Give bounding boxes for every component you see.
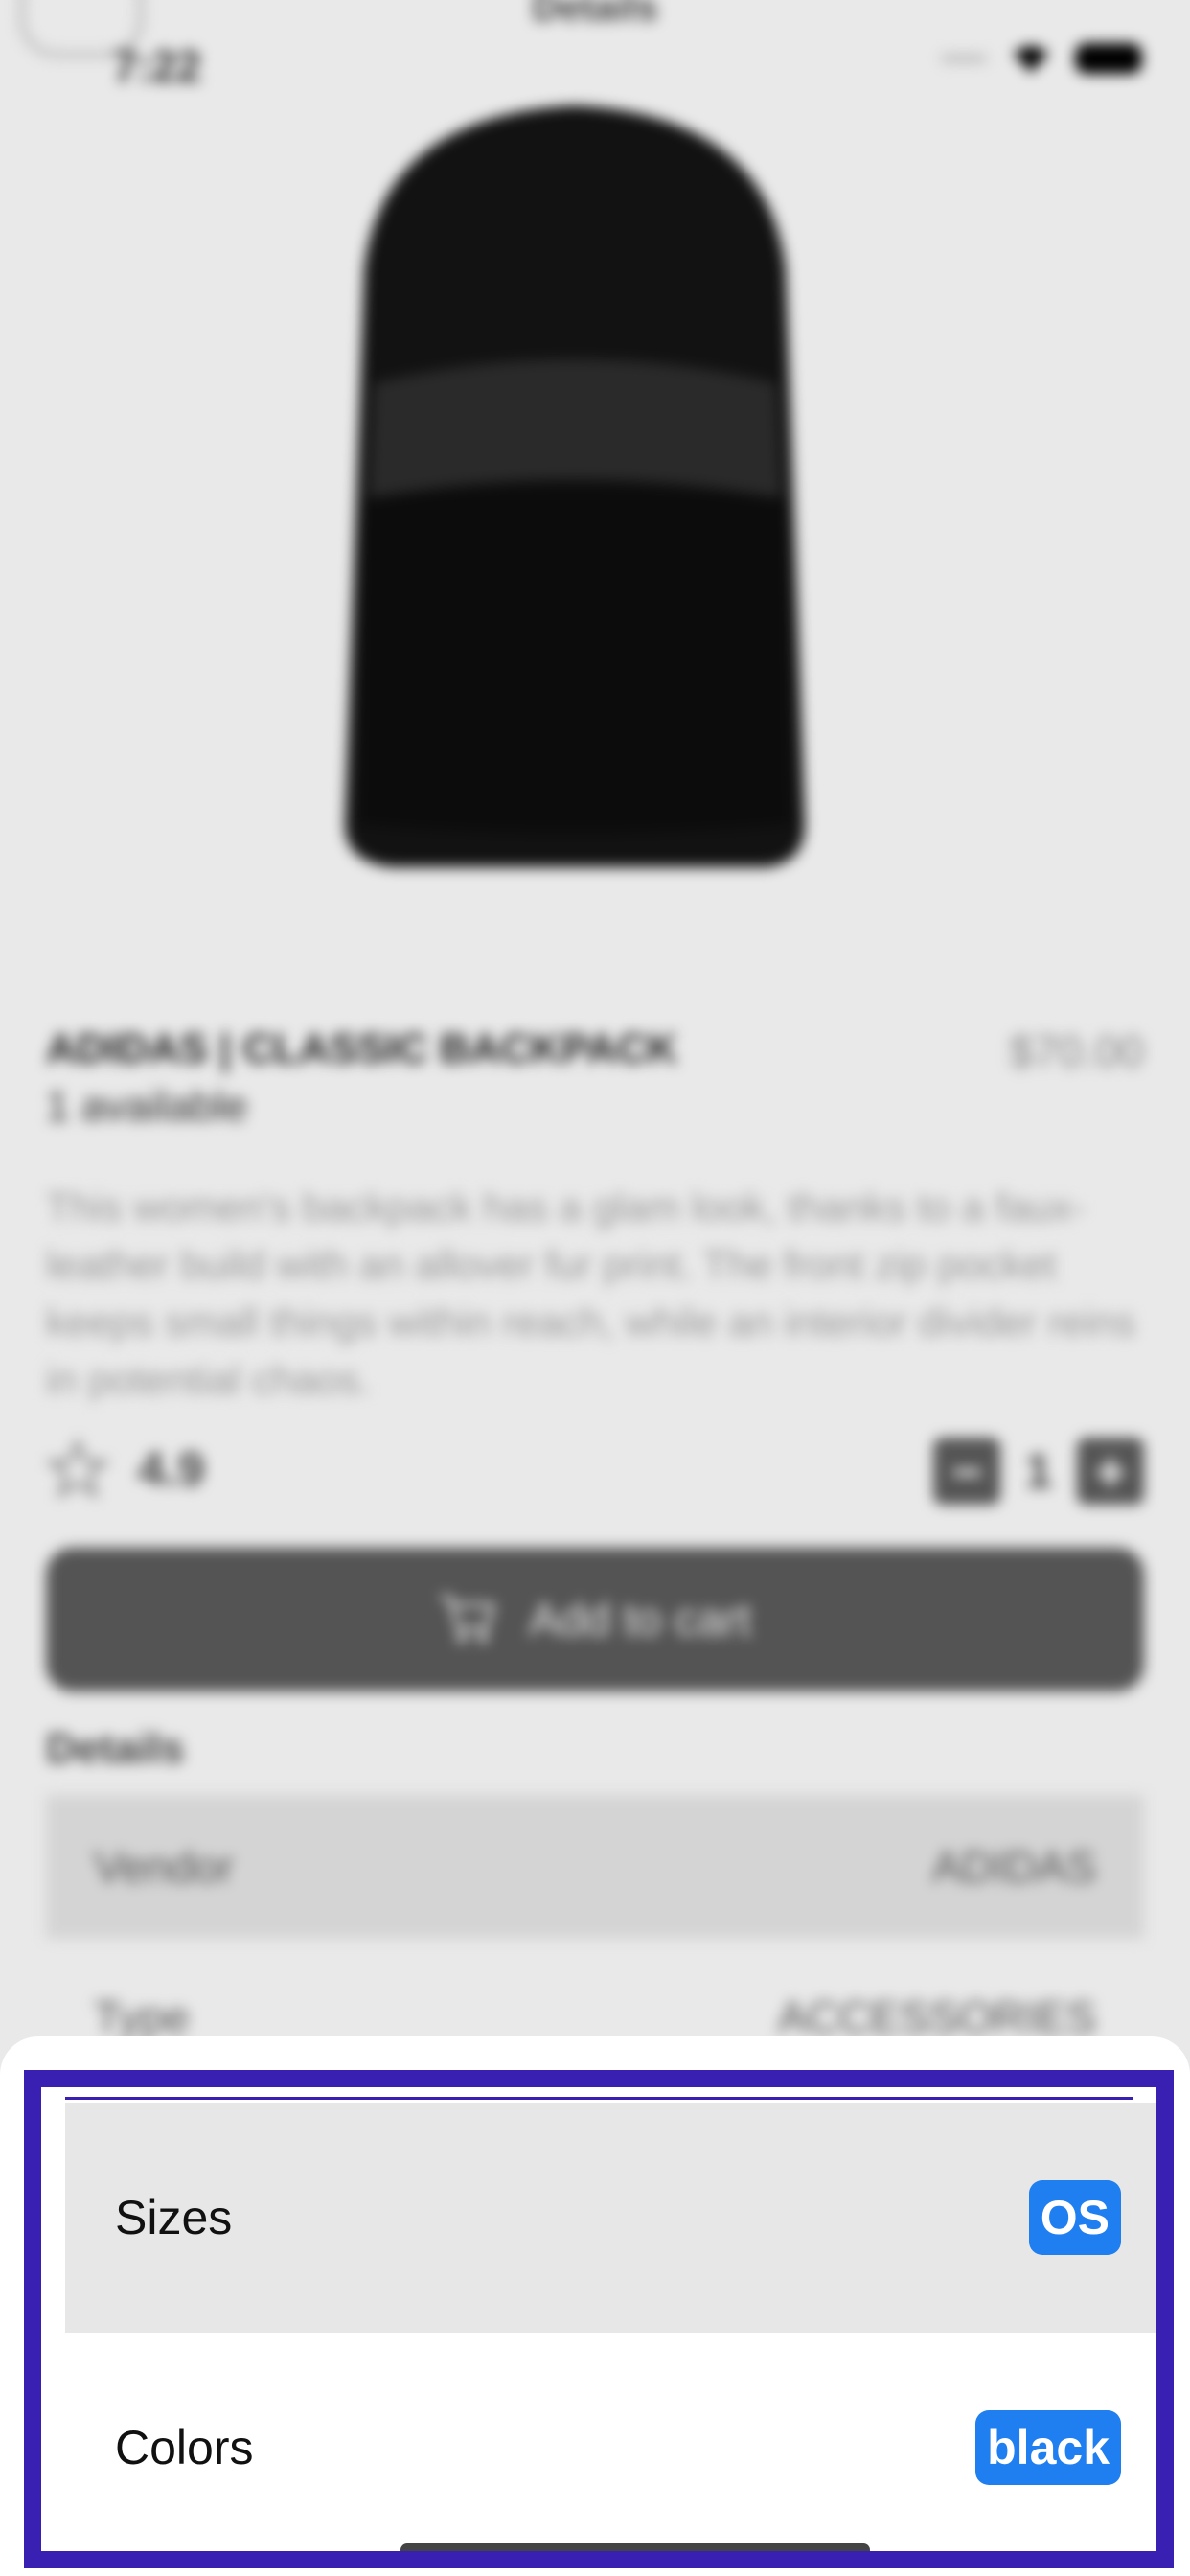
add-to-cart-button[interactable]: Add to cart [46,1548,1144,1691]
decrease-quantity-button[interactable]: − [933,1438,1001,1505]
product-title: ADIDAS | CLASSIC BACKPACK [46,1025,678,1072]
detail-label: Type [94,1992,190,2042]
divider [65,2097,1133,2100]
cart-icon [440,1596,495,1643]
status-icons [941,42,1142,75]
product-image [345,105,805,867]
detail-row-vendor: Vendor ADIDAS [46,1795,1144,1939]
size-option-badge[interactable]: OS [1028,2180,1121,2255]
battery-icon [1075,43,1142,74]
color-option-badge[interactable]: black [975,2410,1121,2485]
add-to-cart-label: Add to cart [528,1594,752,1645]
signal-icon [941,55,987,62]
status-time: 7:22 [113,41,202,91]
details-heading: Details [46,1725,185,1772]
increase-quantity-button[interactable]: + [1077,1438,1144,1505]
options-panel: Sizes OS Colors black [24,2070,1174,2568]
colors-label: Colors [115,2421,254,2474]
sizes-label: Sizes [115,2191,233,2244]
colors-row[interactable]: Colors black [65,2333,1156,2551]
product-description: This women's backpack has a glam look, t… [46,1184,1135,1402]
detail-value: ACCESSORIES [777,1992,1096,2042]
sizes-row[interactable]: Sizes OS [65,2103,1156,2333]
detail-value: ADIDAS [931,1842,1096,1892]
quantity-value: 1 [1025,1444,1052,1498]
rating-value: 4.9 [138,1442,205,1496]
nav-title: Details [532,0,658,29]
home-indicator [400,2543,870,2551]
rating: 4.9 [46,1438,205,1501]
detail-label: Vendor [94,1842,234,1892]
star-icon [46,1438,109,1499]
product-price: $70.00 [1009,1026,1144,1076]
wifi-icon [1014,46,1048,73]
quantity-stepper: − 1 + [933,1438,1144,1505]
product-availability: 1 available [46,1083,248,1130]
